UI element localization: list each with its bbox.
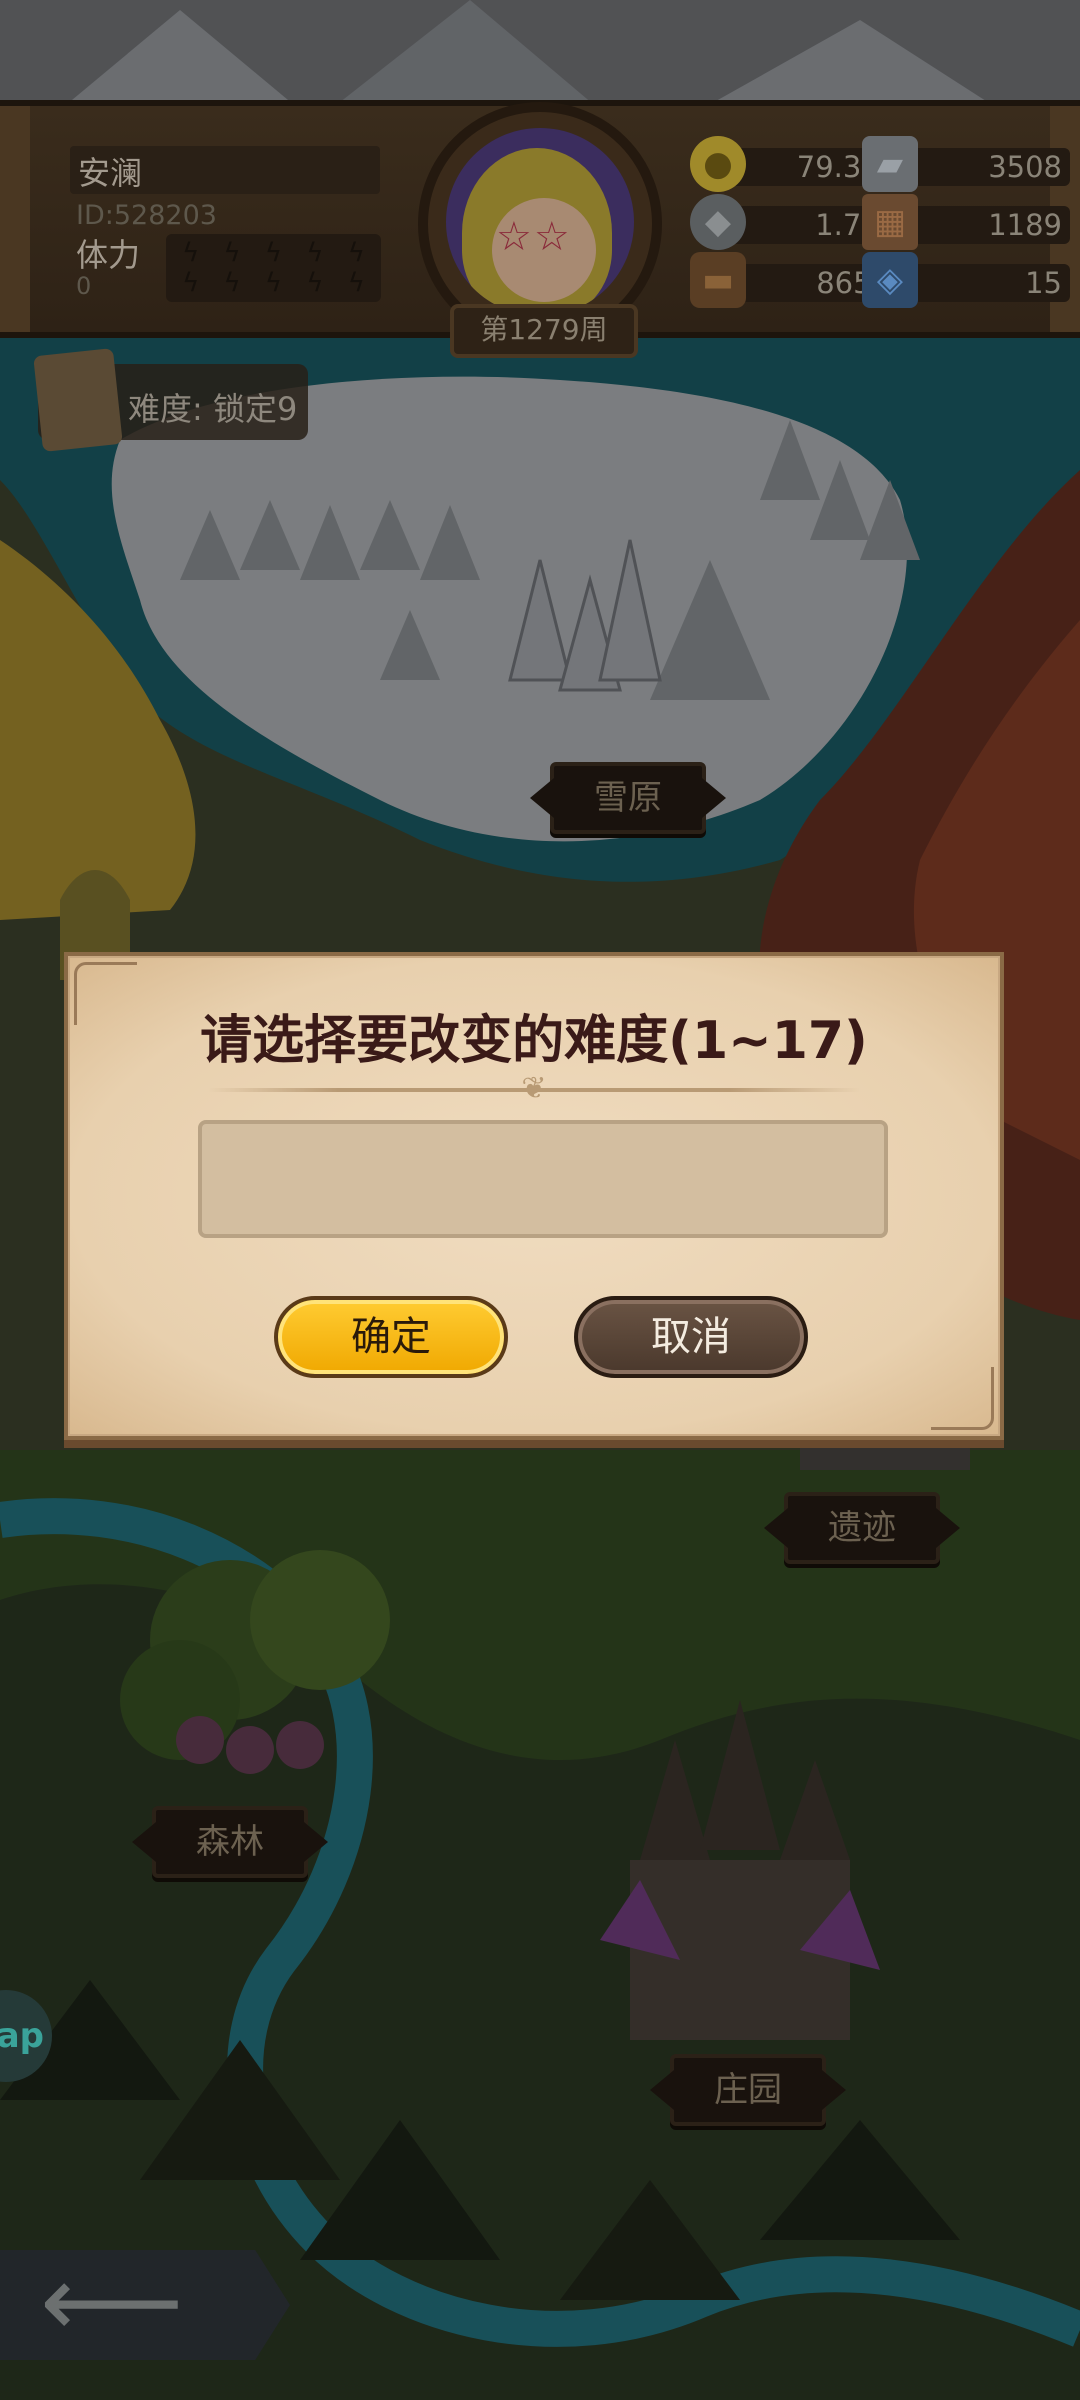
ornament-icon: ❦	[521, 1071, 547, 1106]
leather-icon: ▦	[862, 194, 918, 250]
lightning-icon: ϟ	[347, 238, 365, 268]
lightning-icon: ϟ	[223, 238, 241, 268]
cancel-button[interactable]: 取消	[574, 1296, 808, 1378]
gold-coin-icon: ●	[690, 136, 746, 192]
resource-value: 1189	[988, 208, 1062, 242]
steel-ingot-icon: ▰	[862, 136, 918, 192]
player-name: 安澜	[78, 154, 143, 192]
confirm-button[interactable]: 确定	[274, 1296, 508, 1378]
lightning-icon: ϟ	[264, 238, 283, 268]
lightning-icon: ϟ	[306, 238, 324, 268]
hud-left-post	[0, 106, 30, 332]
difficulty-input[interactable]	[198, 1120, 888, 1238]
wood-log-icon: ▬	[690, 252, 746, 308]
dialog-title: 请选择要改变的难度(1~17)	[200, 1011, 868, 1071]
avatar[interactable]: ☆☆	[446, 128, 634, 316]
difficulty-text: 难度: 锁定9	[128, 390, 298, 428]
top-hud: 安澜 ID:528203 体力 0 ϟ ϟ ϟ ϟ ϟ ϟ ϟ ϟ ϟ ϟ ☆☆…	[0, 100, 1080, 358]
back-arrow-icon: ⟵	[40, 2243, 184, 2360]
resource-crystal[interactable]: ◈ 15	[862, 252, 1070, 308]
resource-value: 15	[1025, 266, 1062, 300]
stamina-label: 体力	[76, 236, 141, 274]
resource-value: 3508	[988, 150, 1062, 184]
resource-wood[interactable]: ▬ 8654	[690, 252, 898, 308]
lightning-icon: ϟ	[223, 268, 241, 298]
lightning-icon: ϟ	[347, 268, 365, 298]
blue-crystal-icon: ◈	[862, 252, 918, 308]
lightning-icon: ϟ	[182, 268, 200, 298]
stamina-value: 0	[76, 272, 92, 300]
lightning-icon: ϟ	[182, 238, 200, 268]
player-id: ID:528203	[76, 200, 217, 231]
resource-steel[interactable]: ▰ 3508	[862, 136, 1070, 192]
week-counter: 第1279周	[450, 304, 638, 358]
scroll-icon	[33, 348, 123, 452]
lightning-icon: ϟ	[306, 268, 324, 298]
stone-ore-icon: ◆	[690, 194, 746, 250]
difficulty-dialog: 请选择要改变的难度(1~17) ❦ 确定 取消	[64, 952, 1004, 1440]
resource-leather[interactable]: ▦ 1189	[862, 194, 1070, 250]
star-glasses-icon: ☆☆	[496, 214, 572, 260]
resource-stone[interactable]: ◆ 1.7W	[690, 194, 898, 250]
stamina-slots: ϟ ϟ ϟ ϟ ϟ ϟ ϟ ϟ ϟ ϟ	[166, 234, 381, 302]
lightning-icon: ϟ	[264, 268, 283, 298]
resource-gold[interactable]: ● 79.3W	[690, 136, 898, 192]
